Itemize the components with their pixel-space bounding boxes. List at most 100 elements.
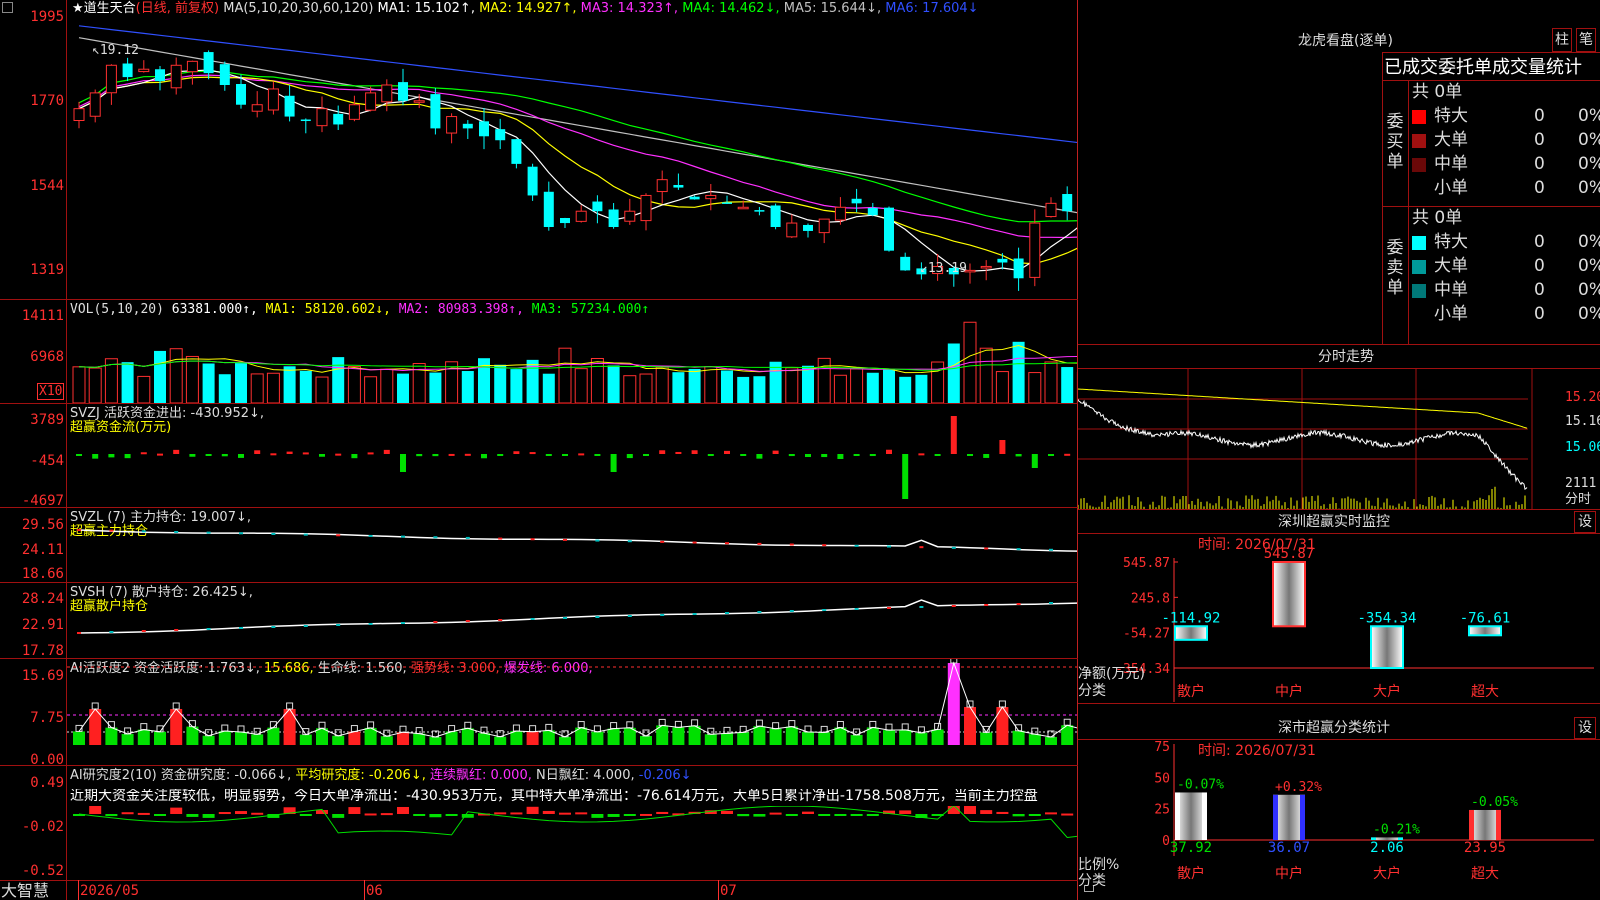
ai-research-n-red: N日飘红: 4.000, xyxy=(536,768,635,783)
research-bar xyxy=(510,812,523,815)
holding-tick xyxy=(530,538,535,541)
y-tick-label: -54.27 xyxy=(1123,627,1170,642)
activity-marker xyxy=(367,721,375,729)
research-bar xyxy=(445,814,458,816)
activity-marker xyxy=(788,720,796,728)
row-count: 0 xyxy=(1534,178,1545,198)
volume-chart[interactable] xyxy=(67,313,1077,403)
capital-flow-chart[interactable] xyxy=(67,404,1077,507)
holding-tick xyxy=(433,621,438,623)
candle-body xyxy=(608,209,619,227)
activity-marker xyxy=(415,727,423,735)
left-chart-area[interactable]: ★道生天合(日线, 前复权) MA(5,10,20,30,60,120) MA1… xyxy=(0,0,1094,900)
activity-bar xyxy=(1012,730,1025,745)
holding-tick xyxy=(854,544,859,547)
holding-tick xyxy=(141,630,146,632)
ai-activity-chart[interactable] xyxy=(67,659,1077,765)
category-label: 中户 xyxy=(1275,865,1303,882)
flow-bar xyxy=(92,454,99,459)
svzl-tick: 18.66 xyxy=(21,566,64,582)
pct-change-label: -0.21% xyxy=(1373,822,1420,837)
ma5-line xyxy=(78,37,1077,214)
holding-tick xyxy=(627,615,632,617)
holding-tick xyxy=(563,617,567,619)
research-bar xyxy=(89,806,102,814)
flow-bar xyxy=(238,454,244,458)
ai-research-chart[interactable] xyxy=(67,806,1077,880)
ratio-bar-chart[interactable]: 75 50 25 0 -0.07% 37.92 散户 +0.32% 36.07 中户 -0.21% 2… xyxy=(1078,716,1600,900)
activity-bar xyxy=(785,726,798,745)
volume-bar xyxy=(72,366,86,403)
brand-logo[interactable]: 大智慧 xyxy=(1,883,49,899)
date-tick xyxy=(78,880,79,900)
holding-tick xyxy=(887,545,891,548)
activity-bar xyxy=(429,736,442,745)
holding-tick xyxy=(887,607,891,609)
research-bar xyxy=(316,810,328,814)
price-tick: 1770 xyxy=(30,93,64,109)
flow-bar xyxy=(108,454,115,458)
svzj-tick: 3789 xyxy=(30,412,64,428)
candle-body xyxy=(543,191,554,227)
volume-bar xyxy=(332,357,345,403)
sz-monitor-xlabel: 分类 xyxy=(1078,683,1106,699)
volume-bar xyxy=(250,373,264,403)
intraday-chart[interactable] xyxy=(1078,369,1600,509)
activity-bar xyxy=(980,732,993,745)
row-name: 小单 xyxy=(1434,304,1468,324)
net-amount-bar-chart[interactable]: 545.87 245.8 -54.27 -354.34 -114.92 散户 545.87 中… xyxy=(1078,510,1600,715)
activity-bar xyxy=(1045,736,1057,745)
activity-marker xyxy=(399,725,407,733)
row-pct: 0% xyxy=(1578,130,1600,150)
research-bar xyxy=(154,814,166,816)
activity-marker xyxy=(885,723,893,731)
buy-total: 共 0单 xyxy=(1412,82,1463,102)
volume-bar xyxy=(802,365,814,403)
candle-body xyxy=(1062,194,1073,212)
research-bar xyxy=(170,807,183,814)
activity-marker xyxy=(286,702,294,710)
activity-bar xyxy=(931,729,944,745)
volume-bar xyxy=(510,369,523,403)
color-swatch xyxy=(1412,158,1426,172)
candle-body xyxy=(479,121,489,137)
candle-body xyxy=(980,265,992,269)
volume-bar xyxy=(850,368,864,403)
research-bar xyxy=(980,810,993,814)
holding-tick xyxy=(174,629,179,631)
candlestick-chart[interactable] xyxy=(67,14,1077,298)
candle-body xyxy=(333,113,344,125)
ai-research-extra: -0.206↓ xyxy=(638,768,692,783)
flow-bar xyxy=(270,453,277,456)
volume-bar xyxy=(558,347,572,403)
candle-body xyxy=(89,92,101,117)
candle-body xyxy=(138,68,150,73)
row-count: 0 xyxy=(1534,304,1545,324)
tab-bar[interactable]: 柱 xyxy=(1552,28,1572,52)
research-bar xyxy=(380,813,393,816)
svsh-tick: 22.91 xyxy=(21,617,64,633)
activity-bar xyxy=(445,731,458,745)
volume-bar xyxy=(769,361,782,403)
holding-tick xyxy=(1049,602,1053,604)
volume-bar xyxy=(688,368,701,403)
candle-body xyxy=(155,69,165,82)
activity-marker xyxy=(610,722,618,730)
candle-body xyxy=(511,139,522,164)
research-bar xyxy=(656,811,669,814)
research-bar xyxy=(235,811,247,814)
retail-holding-chart[interactable] xyxy=(67,583,1077,658)
activity-marker xyxy=(691,719,699,727)
volume-bar xyxy=(817,357,831,403)
flow-bar xyxy=(691,450,698,454)
volume-bar xyxy=(283,366,296,403)
holding-tick xyxy=(725,612,729,614)
activity-marker xyxy=(674,720,682,728)
candle-body xyxy=(365,92,377,111)
tab-tick[interactable]: 笔 xyxy=(1576,28,1596,52)
intraday-panel[interactable]: 分时走势 15.20 15.16 15.06 2111 分时 xyxy=(1078,345,1600,510)
volume-bar xyxy=(315,376,329,403)
holding-tick xyxy=(757,542,762,545)
main-holding-chart[interactable] xyxy=(67,508,1077,582)
activity-bar xyxy=(380,736,393,745)
